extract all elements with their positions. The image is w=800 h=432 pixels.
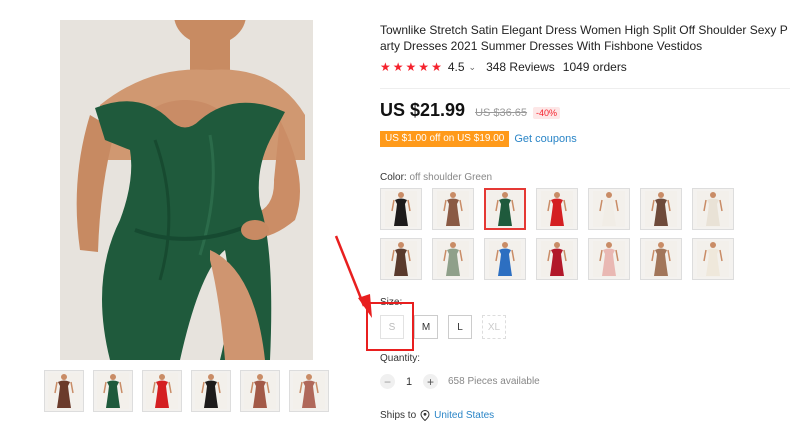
orders-count: 1049 orders	[562, 60, 627, 74]
color-swatch[interactable]	[536, 188, 578, 230]
divider	[380, 88, 790, 89]
ivory-dress-thumb	[697, 191, 729, 227]
get-coupons-link[interactable]: Get coupons	[514, 133, 576, 145]
color-swatch[interactable]	[432, 188, 474, 230]
pieces-available: 658 Pieces available	[448, 376, 540, 387]
wine-dress-thumb	[541, 241, 573, 277]
star-icon: ★	[380, 60, 391, 74]
coupon-row: US $1.00 off on US $19.00 Get coupons	[380, 131, 577, 147]
quantity-label: Quantity:	[380, 353, 421, 364]
color-label: Color: off shoulder Green	[380, 172, 492, 183]
gallery-thumbnail[interactable]	[142, 370, 182, 412]
star-icon: ★	[392, 60, 404, 74]
red-dress-thumb	[541, 191, 573, 227]
ships-to-label: Ships to	[380, 410, 417, 421]
chocolate-dress-thumb	[385, 241, 417, 277]
red-arrow-icon	[334, 235, 372, 318]
rating-value: 4.5	[447, 60, 465, 74]
gallery-thumbnail[interactable]	[93, 370, 133, 412]
quantity-stepper: − 1 + 658 Pieces available	[380, 374, 540, 389]
size-option-xl[interactable]: XL	[482, 315, 506, 339]
star-icon: ★	[418, 60, 430, 74]
rating-row: ★ ★ ★ ★ ★ 4.5 ⌄ 348 Reviews 1049 orders	[380, 60, 627, 74]
white-dress-thumb	[593, 191, 625, 227]
color-swatches	[380, 188, 750, 280]
quantity-increase-button[interactable]: +	[423, 374, 438, 389]
dress-photo-thumb-6	[293, 373, 325, 409]
size-option-l[interactable]: L	[448, 315, 472, 339]
color-swatch[interactable]	[692, 238, 734, 280]
discount-badge: -40%	[533, 107, 561, 119]
green-dress-thumb	[489, 191, 521, 227]
color-swatch[interactable]	[640, 238, 682, 280]
reviews-count[interactable]: 348 Reviews	[486, 60, 555, 74]
ships-to-row: Ships to United States	[380, 410, 494, 421]
black-dress-thumb	[385, 191, 417, 227]
sage-dress-thumb	[437, 241, 469, 277]
dress-photo-thumb-3	[146, 373, 178, 409]
current-price: US $21.99	[380, 100, 466, 120]
gallery-thumbnail[interactable]	[44, 370, 84, 412]
gallery-thumbnail[interactable]	[191, 370, 231, 412]
color-swatch[interactable]	[692, 188, 734, 230]
color-swatch[interactable]	[432, 238, 474, 280]
product-title: Townlike Stretch Satin Elegant Dress Wom…	[380, 23, 788, 53]
ships-to-country-link[interactable]: United States	[434, 410, 494, 421]
color-swatch[interactable]	[640, 188, 682, 230]
gallery-thumbnail[interactable]	[289, 370, 329, 412]
blue-dress-thumb	[489, 241, 521, 277]
star-icon: ★	[431, 60, 442, 74]
color-label-text: Color:	[380, 172, 407, 183]
dress-photo-thumb-4	[195, 373, 227, 409]
color-swatch[interactable]	[484, 188, 526, 230]
selected-color-name: off shoulder Green	[409, 172, 493, 183]
cream-dress-thumb	[697, 241, 729, 277]
location-pin-icon	[420, 410, 430, 421]
rating-chevron-icon[interactable]: ⌄	[469, 62, 477, 73]
dress-photo-thumb-5	[244, 373, 276, 409]
brown-dress-thumb	[437, 191, 469, 227]
gallery-thumbnail[interactable]	[240, 370, 280, 412]
price-row: US $21.99 US $36.65 -40%	[380, 100, 561, 121]
color-swatch[interactable]	[536, 238, 578, 280]
dress-photo-thumb-1	[48, 373, 80, 409]
pink-dress-thumb	[593, 241, 625, 277]
color-swatch[interactable]	[588, 238, 630, 280]
rating-stars: ★ ★ ★ ★ ★	[380, 61, 442, 73]
camel-dress-thumb	[645, 241, 677, 277]
size-option-m[interactable]: M	[414, 315, 438, 339]
color-swatch[interactable]	[588, 188, 630, 230]
coupon-badge: US $1.00 off on US $19.00	[380, 131, 510, 147]
main-product-image[interactable]	[60, 20, 313, 360]
color-swatch[interactable]	[484, 238, 526, 280]
original-price: US $36.65	[475, 107, 528, 119]
quantity-decrease-button[interactable]: −	[380, 374, 395, 389]
green-dress-photo	[60, 20, 313, 360]
dress-photo-thumb-2	[97, 373, 129, 409]
gallery-thumbnails	[44, 370, 329, 412]
quantity-value[interactable]: 1	[395, 376, 423, 388]
color-swatch[interactable]	[380, 188, 422, 230]
star-icon: ★	[405, 60, 417, 74]
mocha-dress-thumb	[645, 191, 677, 227]
color-swatch[interactable]	[380, 238, 422, 280]
